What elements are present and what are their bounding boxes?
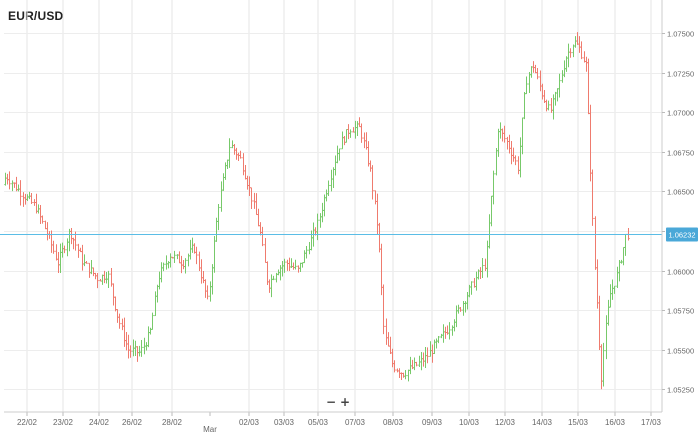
x-tick-label: 10/03	[459, 418, 480, 427]
x-axis: 22/02 23/02 24/02 26/02 28/02 Mar 02/03 03/03 05…	[4, 411, 662, 434]
x-tick-label: 15/03	[568, 418, 589, 427]
x-tick-label: 24/02	[89, 418, 110, 427]
current-price-tag: 1.06232	[666, 227, 698, 242]
y-tick-label: 1.06500	[667, 188, 694, 197]
zoom-out-button[interactable]: −	[324, 396, 338, 410]
y-tick-label: 1.05250	[667, 386, 694, 395]
y-axis: 1.07500 1.07250 1.07000 1.06750 1.06500 1.062…	[661, 0, 694, 412]
x-tick-label: 09/03	[422, 418, 443, 427]
y-tick-label: 1.05500	[667, 347, 694, 356]
y-tick-label: 1.07250	[667, 70, 694, 79]
ohlc-bars	[4, 32, 630, 390]
x-tick-label: 14/03	[532, 418, 553, 427]
x-tick-label: 17/03	[641, 418, 662, 427]
y-tick-label: 1.05750	[667, 307, 694, 316]
x-tick-label: 03/03	[274, 418, 295, 427]
chart-canvas[interactable]: 1.07500 1.07250 1.07000 1.06750 1.06500 1.062…	[0, 0, 699, 435]
horizontal-gridlines	[4, 33, 662, 390]
x-tick-label: 28/02	[162, 418, 183, 427]
y-tick-label: 1.06750	[667, 149, 694, 158]
x-tick-label: 05/03	[308, 418, 329, 427]
x-tick-label: Mar	[203, 425, 217, 434]
x-tick-label: 16/03	[605, 418, 626, 427]
x-tick-label: 08/03	[383, 418, 404, 427]
x-tick-label: 26/02	[122, 418, 143, 427]
x-tick-label: 23/02	[53, 418, 74, 427]
y-tick-label: 1.07500	[667, 30, 694, 39]
x-tick-label: 12/03	[495, 418, 516, 427]
y-tick-label: 1.06000	[667, 268, 694, 277]
x-tick-label: 22/02	[17, 418, 38, 427]
y-tick-label: 1.07000	[667, 109, 694, 118]
x-tick-label: 07/03	[345, 418, 366, 427]
x-tick-label: 02/03	[239, 418, 260, 427]
zoom-controls: − +	[324, 396, 352, 410]
current-price-label: 1.06232	[668, 231, 695, 240]
zoom-in-button[interactable]: +	[338, 396, 352, 410]
